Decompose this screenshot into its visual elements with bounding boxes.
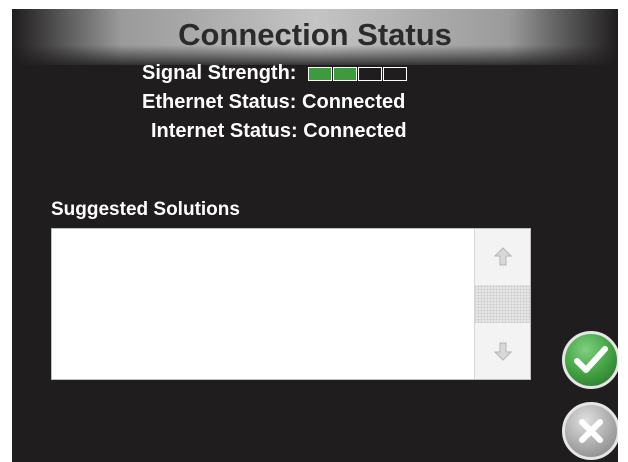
arrow-up-icon [493,247,512,266]
connection-status-screen: Connection Status Signal Strength: Ether… [12,9,618,462]
internet-status-label: Internet Status: [151,120,298,142]
scroll-thumb[interactable] [475,285,530,323]
signal-bar [383,67,408,81]
x-icon [579,419,603,443]
ethernet-status-value: Connected [302,91,406,113]
signal-strength-label: Signal Strength: [142,62,297,84]
internet-status-value: Connected [303,120,407,142]
arrow-down-icon [493,342,512,361]
ethernet-status-row: Ethernet Status: Connected [142,91,405,114]
page-title: Connection Status [178,17,452,52]
solutions-scrollbar[interactable] [474,229,530,379]
signal-strength-row: Signal Strength: [142,62,408,85]
ethernet-status-label: Ethernet Status: [142,91,297,113]
suggested-solutions-listbox[interactable] [51,228,531,380]
scroll-up-button[interactable] [475,229,530,285]
signal-strength-meter [308,64,408,81]
checkmark-icon [574,346,608,373]
confirm-button[interactable] [562,331,618,389]
signal-bar [358,67,383,81]
internet-status-row: Internet Status: Connected [151,120,407,143]
suggested-solutions-label: Suggested Solutions [51,199,240,220]
scroll-down-button[interactable] [475,323,530,379]
signal-bar [308,67,333,81]
suggested-solutions-list[interactable] [52,229,474,379]
cancel-button[interactable] [562,402,618,460]
signal-bar [333,67,358,81]
